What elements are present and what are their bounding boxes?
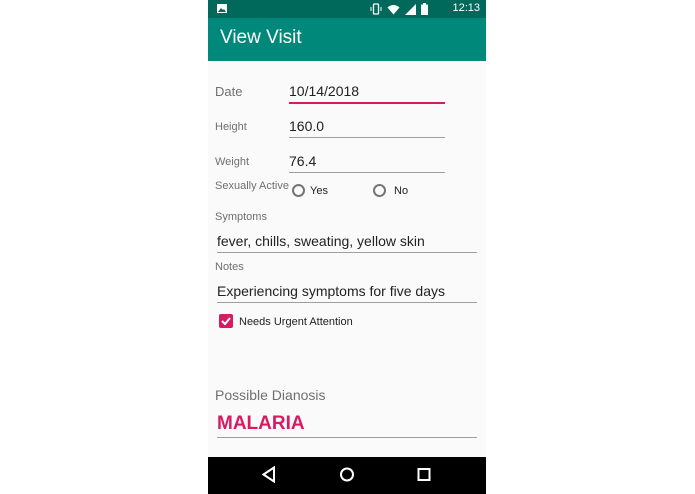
back-icon[interactable]: [262, 466, 276, 483]
recents-icon[interactable]: [417, 466, 431, 483]
height-label: Height: [215, 121, 247, 133]
page-title: View Visit: [220, 27, 302, 48]
home-icon[interactable]: [339, 466, 355, 483]
notes-field[interactable]: Experiencing symptoms for five days: [217, 280, 477, 303]
cell-signal-icon: [405, 3, 416, 15]
urgent-label: Needs Urgent Attention: [239, 316, 353, 328]
weight-label: Weight: [215, 156, 250, 168]
height-field[interactable]: 160.0: [289, 115, 445, 138]
phone-screen: 12:13 View Visit Date 10/14/2018 Height …: [208, 0, 486, 494]
checkmark-icon: [221, 317, 231, 326]
image-notification-icon: [217, 4, 227, 13]
diagnosis-label: Possible Dianosis: [215, 387, 326, 403]
diagnosis-value: MALARIA: [217, 410, 477, 438]
app-bar: View Visit: [208, 18, 486, 61]
symptoms-field[interactable]: fever, chills, sweating, yellow skin: [217, 230, 477, 253]
vibrate-icon: [370, 3, 382, 15]
sexually-active-label: Sexually Active: [215, 180, 289, 192]
battery-icon: [421, 3, 428, 15]
weight-field[interactable]: 76.4: [289, 150, 445, 173]
status-time: 12:13: [452, 2, 480, 14]
date-field[interactable]: 10/14/2018: [289, 80, 445, 104]
urgent-checkbox[interactable]: [219, 314, 233, 328]
status-bar: 12:13: [208, 0, 486, 18]
notes-label: Notes: [215, 261, 244, 273]
radio-no-label: No: [394, 185, 409, 197]
navigation-bar: [208, 457, 486, 494]
radio-yes-label: Yes: [310, 185, 328, 197]
wifi-icon: [387, 4, 400, 14]
date-label: Date: [215, 84, 243, 99]
symptoms-label: Symptoms: [215, 211, 267, 223]
radio-no[interactable]: [373, 184, 386, 197]
radio-yes[interactable]: [292, 184, 305, 197]
